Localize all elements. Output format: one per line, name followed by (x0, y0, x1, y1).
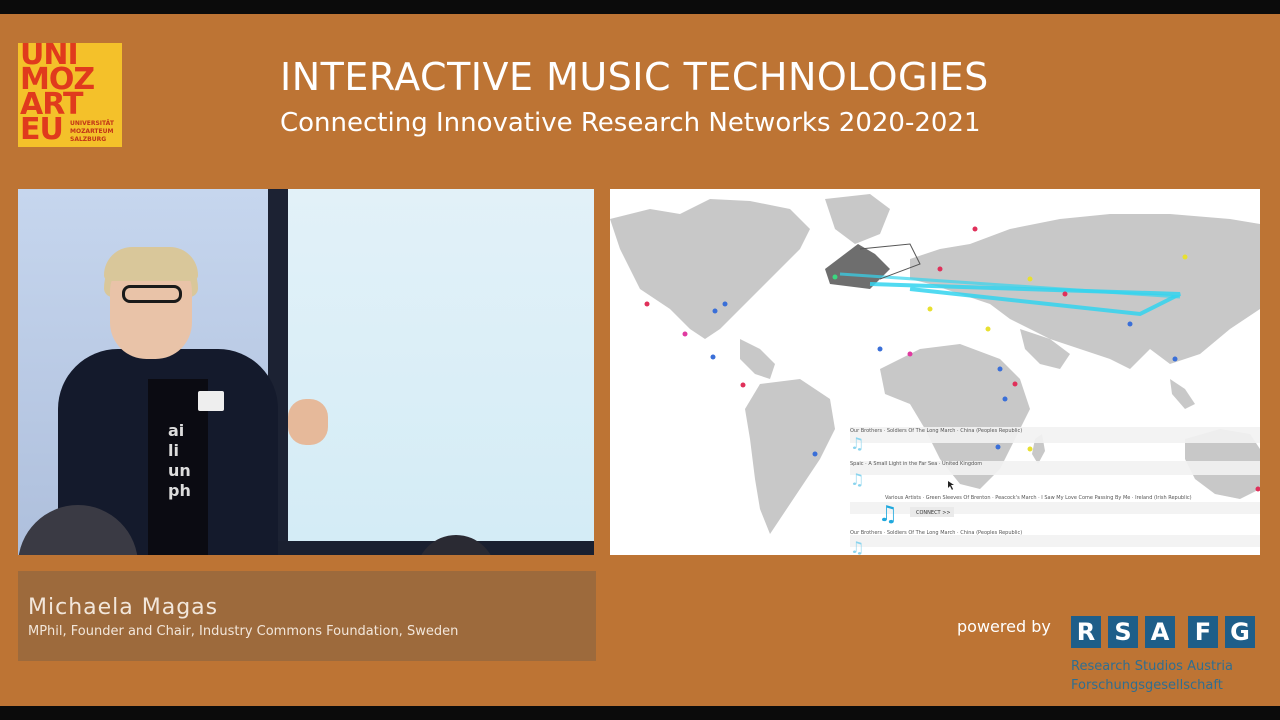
track-label: Our Brothers · Soldiers Of The Long Marc… (850, 530, 1022, 536)
map-marker (927, 306, 933, 312)
rsa-name-line2: Forschungsgesellschaft (1071, 678, 1223, 693)
europe-hub (825, 244, 890, 289)
map-marker (712, 308, 718, 314)
speaker-name: Michaela Magas (28, 595, 219, 620)
music-note-icon: ♫ (850, 434, 864, 453)
track-row-bg (850, 535, 1260, 547)
speaker-lower-third: Michaela Magas MPhil, Founder and Chair,… (18, 571, 596, 661)
map-marker (1027, 446, 1033, 452)
map-marker (985, 326, 991, 332)
map-marker (682, 331, 688, 337)
map-marker (1062, 291, 1068, 297)
rsa-name-line1: Research Studios Austria (1071, 659, 1233, 674)
map-marker (812, 451, 818, 457)
track-label: Spaic · A Small Light in the Far Sea · U… (850, 461, 982, 467)
shirt-print: ai li un ph (168, 421, 191, 500)
logo-line: EU (20, 112, 64, 147)
map-marker (907, 351, 913, 357)
map-marker (877, 346, 883, 352)
map-land (610, 194, 1260, 534)
map-marker (1182, 254, 1188, 260)
map-marker (832, 274, 838, 280)
track-label: Our Brothers · Soldiers Of The Long Marc… (850, 428, 1022, 434)
map-marker (1027, 276, 1033, 282)
powered-by-label: powered by (957, 617, 1051, 636)
rsa-logo-letter: F (1188, 616, 1218, 648)
map-marker (997, 366, 1003, 372)
rsa-logo-letter: S (1108, 616, 1138, 648)
mozarteum-logo: UNI MOZ ART EU UNIVERSITÄT MOZARTEUM SAL… (18, 43, 122, 147)
map-marker (972, 226, 978, 232)
speaker-glasses (122, 285, 182, 303)
world-map-slide: Our Brothers · Soldiers Of The Long Marc… (610, 189, 1260, 555)
logo-subtext: UNIVERSITÄT MOZARTEUM SALZBURG (70, 120, 114, 143)
world-map: Our Brothers · Soldiers Of The Long Marc… (610, 194, 1260, 555)
map-marker (937, 266, 943, 272)
mouse-cursor-icon (948, 481, 954, 490)
map-marker (710, 354, 716, 360)
letterbox-top (0, 0, 1280, 14)
map-marker (1012, 381, 1018, 387)
track-label: Various Artists · Green Sleeves Of Brent… (885, 495, 1192, 501)
map-marker (1172, 356, 1178, 362)
name-badge (198, 391, 224, 411)
music-note-icon: ♫ (850, 538, 864, 555)
speaker-hand (288, 399, 328, 445)
music-note-icon: ♫ (878, 502, 898, 527)
connect-button-label: CONNECT >> (916, 510, 951, 516)
map-marker (722, 301, 728, 307)
speaker-role: MPhil, Founder and Chair, Industry Commo… (28, 624, 459, 639)
rsa-logo-letter: A (1145, 616, 1175, 648)
speaker-video: ai li un ph (18, 189, 594, 555)
map-marker (740, 382, 746, 388)
music-note-icon: ♫ (850, 470, 864, 489)
map-marker (995, 444, 1001, 450)
map-marker (644, 301, 650, 307)
rsa-logo-letter: R (1071, 616, 1101, 648)
map-marker (1127, 321, 1133, 327)
page-subtitle: Connecting Innovative Research Networks … (280, 108, 981, 138)
speaker-fringe (104, 247, 198, 281)
letterbox-bottom (0, 706, 1280, 720)
rsa-logo-letter: G (1225, 616, 1255, 648)
presentation-frame: UNI MOZ ART EU UNIVERSITÄT MOZARTEUM SAL… (0, 0, 1280, 720)
projection-screen (288, 189, 594, 541)
map-marker (1002, 396, 1008, 402)
page-title: INTERACTIVE MUSIC TECHNOLOGIES (280, 55, 989, 99)
